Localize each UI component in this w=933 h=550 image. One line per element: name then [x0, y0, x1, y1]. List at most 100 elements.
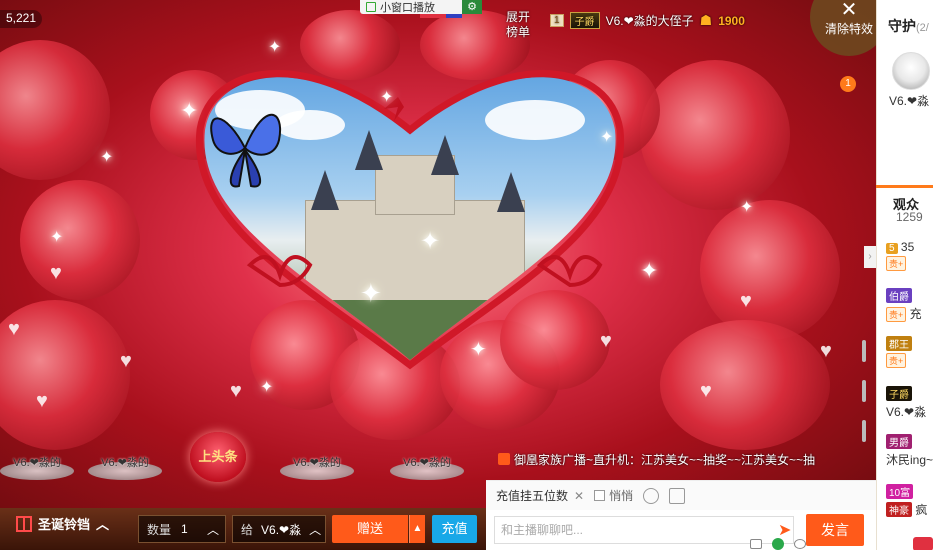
- heart-icon: ♥: [120, 350, 132, 372]
- seat[interactable]: V6.❤淼的: [88, 442, 162, 480]
- noble-tag: 神豪: [886, 502, 912, 517]
- viewer-count: 5,221: [0, 10, 43, 28]
- sparkle-icon: ✦: [268, 39, 282, 56]
- recharge-button[interactable]: 充值: [432, 515, 477, 543]
- live-room: ✦ ✦ ✦ ✦ ✦ ✦ ✦ ✦ ✦ ✦ ✦ ✦ ♥ ♥ ♥ ♥ ♥ ♥ ♥ ♥ …: [0, 0, 933, 550]
- emoji-icon[interactable]: [643, 487, 660, 504]
- seat[interactable]: V6.❤淼的: [0, 442, 74, 480]
- heart-icon: ♥: [8, 318, 20, 340]
- message-icon[interactable]: [913, 537, 933, 550]
- chevron-up-icon: ︿: [96, 517, 110, 532]
- noble-tag: 贵+: [886, 256, 907, 271]
- chevron-up-icon: ︿: [206, 522, 219, 537]
- recipient-label: 给: [241, 522, 254, 537]
- sparkle-icon: ✦: [100, 149, 114, 166]
- seat[interactable]: V6.❤淼的: [280, 442, 354, 480]
- rose-decoration: [700, 200, 840, 340]
- gift-send-dropdown[interactable]: ▲: [409, 515, 425, 543]
- list-item[interactable]: 伯爵 贵+ 充: [886, 288, 922, 322]
- rose-decoration: [20, 180, 140, 300]
- announcement-icon: [498, 453, 510, 465]
- rank-user-name: V6.❤淼的大侄子: [605, 14, 694, 28]
- list-item[interactable]: 郡王 贵+: [886, 336, 912, 368]
- sparkle-icon: ✦: [380, 89, 394, 106]
- list-item[interactable]: 男爵 沐民ing~: [886, 434, 933, 468]
- send-arrow-icon: ➤: [778, 522, 792, 539]
- gift-send-button[interactable]: 赠送: [332, 515, 408, 543]
- seat-label: V6.❤淼的: [101, 457, 149, 469]
- clear-effects-label: 清除特效: [824, 22, 873, 36]
- top-rank-entry[interactable]: 1 子爵 V6.❤淼的大侄子 ☗ 1900: [550, 12, 745, 29]
- sparkle-icon: ✦: [50, 229, 64, 246]
- heart-icon: ♥: [230, 380, 242, 402]
- avatar[interactable]: [892, 52, 930, 90]
- heart-icon: ♥: [740, 290, 752, 312]
- rank-number: 1: [550, 14, 564, 27]
- chat-toolbar: 充值挂五位数 ✕ 悄悄: [486, 480, 876, 510]
- audience-extra: 疯: [915, 503, 928, 517]
- heart-icon: ♥: [50, 262, 62, 284]
- gift-icon: [16, 515, 32, 532]
- heart-icon: ♥: [600, 330, 612, 352]
- settings-gear-icon[interactable]: ⚙: [462, 0, 482, 14]
- audience-extra: 35: [900, 240, 915, 254]
- sparkle-icon: ✦: [420, 228, 441, 255]
- broadcast-announcement[interactable]: 御凰家族广播~直升机：江苏美女~~抽奖~~江苏美女~~抽: [498, 450, 860, 468]
- level-badge: 10富: [886, 484, 914, 499]
- noble-tag: 贵+: [886, 307, 907, 322]
- expand-list-label: 榜单: [506, 25, 531, 39]
- seat[interactable]: V6.❤淼的: [390, 442, 464, 480]
- expand-list-button[interactable]: 展开 榜单: [506, 10, 530, 40]
- sparkle-icon: ✦: [360, 278, 382, 308]
- audience-extra: 沐民ing~: [886, 453, 933, 467]
- christmas-bells-gift[interactable]: 圣诞铃铛 ︿: [16, 514, 109, 533]
- seat-label: V6.❤淼的: [293, 457, 341, 469]
- chevron-up-icon: ︿: [309, 522, 322, 537]
- image-icon[interactable]: [669, 487, 686, 504]
- heart-icon: ♥: [700, 380, 712, 402]
- seat-label: V6.❤淼的: [13, 457, 61, 469]
- level-badge: 伯爵: [886, 288, 912, 303]
- window-icon: [366, 2, 376, 12]
- level-badge: 5: [886, 243, 898, 254]
- list-item[interactable]: 10富 神豪 疯: [886, 484, 927, 518]
- noble-badge: 子爵: [569, 12, 600, 29]
- sparkle-icon: ✦: [180, 98, 199, 123]
- guard-count: (2/: [916, 22, 929, 34]
- headline-badge[interactable]: 上头条: [190, 432, 246, 482]
- list-item[interactable]: 5 35 贵+: [886, 240, 914, 271]
- seat-label: V6.❤淼的: [403, 457, 451, 469]
- sparkle-icon: ✦: [740, 199, 754, 216]
- mail-icon[interactable]: [750, 539, 762, 549]
- butterfly-icon: [210, 113, 282, 188]
- announcement-text: 御凰家族广播~直升机：江苏美女~~抽奖~~江苏美女~~抽: [514, 452, 816, 467]
- guard-user-name[interactable]: V6.❤淼: [889, 92, 929, 109]
- recharge-rank-tab[interactable]: 充值挂五位数 ✕: [496, 487, 584, 504]
- heart-icon: ♥: [36, 390, 48, 412]
- list-item[interactable]: 子爵 V6.❤淼: [886, 386, 926, 420]
- noble-tag: 贵+: [886, 353, 907, 368]
- audience-extra: V6.❤淼: [886, 405, 927, 419]
- recipient-select[interactable]: 给 V6.❤淼 ︿: [232, 515, 326, 543]
- close-icon[interactable]: ✕: [574, 489, 584, 503]
- quantity-stepper[interactable]: 数量 1 ︿: [138, 515, 226, 543]
- bottom-tray: [740, 537, 933, 550]
- divider: [876, 185, 933, 188]
- incognito-checkbox[interactable]: 悄悄: [594, 487, 633, 504]
- level-badge: 郡王: [886, 336, 912, 351]
- expand-list-label: 展开: [506, 10, 531, 24]
- coin-icon: ☗: [699, 12, 713, 28]
- recipient-value: V6.❤淼: [261, 522, 302, 537]
- coin-amount: 1900: [718, 13, 745, 28]
- audience-extra: 充: [909, 307, 922, 321]
- status-ok-icon: [772, 538, 784, 550]
- guard-title: 守护(2/: [888, 18, 929, 34]
- audience-count: 1259: [896, 210, 923, 224]
- incognito-label: 悄悄: [609, 489, 634, 503]
- quantity-label: 数量: [147, 522, 172, 537]
- add-icon[interactable]: [794, 539, 806, 549]
- chat-scrollbar[interactable]: [862, 340, 868, 442]
- level-badge: 子爵: [886, 386, 912, 401]
- heart-icon: ♥: [820, 340, 832, 362]
- collapse-panel-button[interactable]: ›: [864, 246, 876, 268]
